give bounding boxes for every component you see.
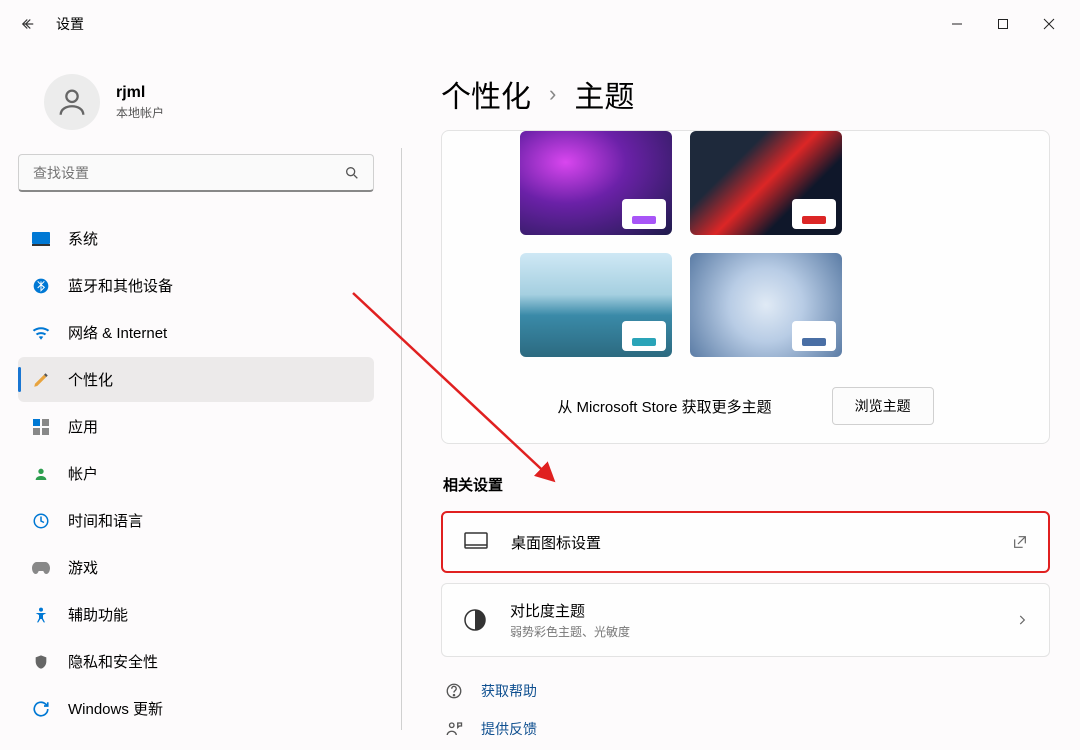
- scroll-indicator: [401, 148, 402, 730]
- help-icon: [445, 682, 463, 700]
- nav-item-accessibility[interactable]: 辅助功能: [18, 592, 374, 637]
- arrow-left-icon: [19, 15, 37, 33]
- title-bar: 设置: [0, 0, 1080, 48]
- nav-label: 帐户: [68, 463, 98, 484]
- nav-item-windows-update[interactable]: Windows 更新: [18, 686, 374, 731]
- nav-label: 隐私和安全性: [68, 651, 158, 672]
- nav-label: 时间和语言: [68, 510, 143, 531]
- window-controls: [934, 4, 1072, 44]
- nav-item-system[interactable]: 系统: [18, 216, 374, 261]
- close-icon: [1043, 18, 1055, 30]
- person-icon: [32, 465, 50, 483]
- link-label: 获取帮助: [481, 681, 537, 701]
- user-block[interactable]: rjml 本地帐户: [44, 74, 374, 130]
- footer-links: 获取帮助 提供反馈: [441, 681, 1050, 739]
- contrast-themes-row[interactable]: 对比度主题 弱势彩色主题、光敏度: [441, 583, 1050, 657]
- external-link-icon: [1012, 534, 1028, 550]
- nav-label: 个性化: [68, 369, 113, 390]
- desktop-icon: [463, 529, 489, 555]
- nav-item-network[interactable]: 网络 & Internet: [18, 310, 374, 355]
- chevron-right-icon: [1015, 613, 1029, 627]
- desktop-icon-settings-row[interactable]: 桌面图标设置: [441, 511, 1050, 573]
- nav-label: 应用: [68, 416, 98, 437]
- feedback-link[interactable]: 提供反馈: [445, 719, 1050, 739]
- avatar: [44, 74, 100, 130]
- nav-item-personalization[interactable]: 个性化: [18, 357, 374, 402]
- breadcrumb-current: 主题: [574, 72, 634, 116]
- get-help-link[interactable]: 获取帮助: [445, 681, 1050, 701]
- link-label: 提供反馈: [481, 719, 537, 739]
- bluetooth-icon: [32, 277, 50, 295]
- update-icon: [32, 700, 50, 718]
- username: rjml: [116, 84, 164, 102]
- nav-label: 辅助功能: [68, 604, 128, 625]
- back-button[interactable]: [8, 4, 48, 44]
- setting-subtitle: 弱势彩色主题、光敏度: [510, 623, 993, 640]
- theme-thumbnail[interactable]: [520, 253, 672, 357]
- theme-thumbnail[interactable]: [690, 131, 842, 235]
- maximize-icon: [997, 18, 1009, 30]
- theme-thumbnail[interactable]: [520, 131, 672, 235]
- nav-item-gaming[interactable]: 游戏: [18, 545, 374, 590]
- accessibility-icon: [32, 606, 50, 624]
- shield-icon: [32, 653, 50, 671]
- setting-title: 对比度主题: [510, 600, 993, 621]
- gamepad-icon: [32, 559, 50, 577]
- nav-item-apps[interactable]: 应用: [18, 404, 374, 449]
- nav-item-bluetooth[interactable]: 蓝牙和其他设备: [18, 263, 374, 308]
- sidebar: rjml 本地帐户 系统 蓝牙和其他设备 网络 & Internet: [0, 48, 392, 750]
- nav-item-time-language[interactable]: 时间和语言: [18, 498, 374, 543]
- wifi-icon: [32, 324, 50, 342]
- minimize-button[interactable]: [934, 4, 980, 44]
- nav-label: 网络 & Internet: [68, 322, 167, 343]
- nav-item-accounts[interactable]: 帐户: [18, 451, 374, 496]
- search-box: [18, 154, 374, 192]
- related-settings-header: 相关设置: [443, 474, 1050, 495]
- feedback-icon: [445, 720, 463, 738]
- main-content: 个性化 › 主题 从 Microsoft Store 获取更多主题 浏览主题 相…: [392, 48, 1080, 750]
- theme-thumbnail[interactable]: [690, 253, 842, 357]
- search-input[interactable]: [18, 154, 374, 192]
- breadcrumb: 个性化 › 主题: [441, 72, 1050, 116]
- nav-label: Windows 更新: [68, 698, 163, 719]
- theme-thumbnails: [466, 131, 1025, 357]
- nav-label: 游戏: [68, 557, 98, 578]
- setting-title: 桌面图标设置: [511, 532, 990, 553]
- account-type: 本地帐户: [116, 104, 164, 121]
- monitor-icon: [32, 230, 50, 248]
- theme-card: 从 Microsoft Store 获取更多主题 浏览主题: [441, 130, 1050, 444]
- nav-label: 蓝牙和其他设备: [68, 275, 173, 296]
- minimize-icon: [951, 18, 963, 30]
- user-info: rjml 本地帐户: [116, 84, 164, 121]
- theme-actions: 从 Microsoft Store 获取更多主题 浏览主题: [466, 381, 1025, 425]
- nav-item-privacy[interactable]: 隐私和安全性: [18, 639, 374, 684]
- store-link-text[interactable]: 从 Microsoft Store 获取更多主题: [557, 396, 771, 417]
- chevron-right-icon: ›: [549, 81, 556, 107]
- maximize-button[interactable]: [980, 4, 1026, 44]
- close-button[interactable]: [1026, 4, 1072, 44]
- window-title: 设置: [56, 14, 84, 34]
- nav: 系统 蓝牙和其他设备 网络 & Internet 个性化 应用 帐户: [18, 216, 374, 731]
- contrast-icon: [462, 607, 488, 633]
- browse-themes-button[interactable]: 浏览主题: [832, 387, 934, 425]
- apps-icon: [32, 418, 50, 436]
- breadcrumb-parent[interactable]: 个性化: [441, 72, 531, 116]
- paintbrush-icon: [32, 371, 50, 389]
- search-icon: [344, 165, 360, 181]
- nav-label: 系统: [68, 228, 98, 249]
- user-icon: [55, 85, 89, 119]
- clock-globe-icon: [32, 512, 50, 530]
